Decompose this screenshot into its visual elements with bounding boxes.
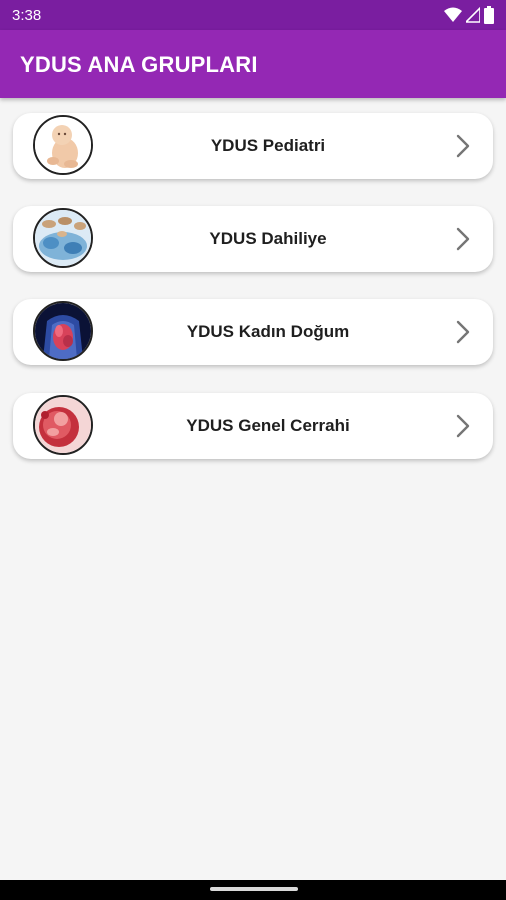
group-label: YDUS Genel Cerrahi [186, 416, 350, 435]
fetus-image [33, 395, 93, 455]
group-label: YDUS Dahiliye [209, 229, 327, 248]
baby-image [33, 115, 93, 175]
app-title: YDUS ANA GRUPLARI [20, 52, 258, 77]
battery-icon [484, 6, 494, 24]
wifi-icon [444, 7, 462, 22]
chevron-right-icon [456, 414, 470, 438]
chevron-right-icon [456, 320, 470, 344]
cell-signal-icon [466, 7, 480, 23]
group-label: YDUS Kadın Doğum [186, 322, 350, 341]
anatomy-image [33, 301, 93, 361]
status-icons [444, 6, 494, 24]
navigation-bar [0, 880, 506, 900]
group-card-dahiliye[interactable]: YDUS Dahiliye [13, 206, 493, 272]
chevron-right-icon [456, 134, 470, 158]
status-time: 3:38 [12, 7, 42, 24]
chevron-right-icon [456, 227, 470, 251]
group-card-kadin-dogum[interactable]: YDUS Kadın Doğum [13, 299, 493, 365]
cells-image [33, 208, 93, 268]
group-label: YDUS Pediatri [210, 136, 326, 155]
home-gesture-handle[interactable] [210, 887, 298, 891]
group-card-genel-cerrahi[interactable]: YDUS Genel Cerrahi [13, 393, 493, 459]
status-bar: 3:38 [0, 0, 506, 30]
app-bar: YDUS ANA GRUPLARI [0, 30, 506, 98]
group-card-pediatri[interactable]: YDUS Pediatri [13, 113, 493, 179]
